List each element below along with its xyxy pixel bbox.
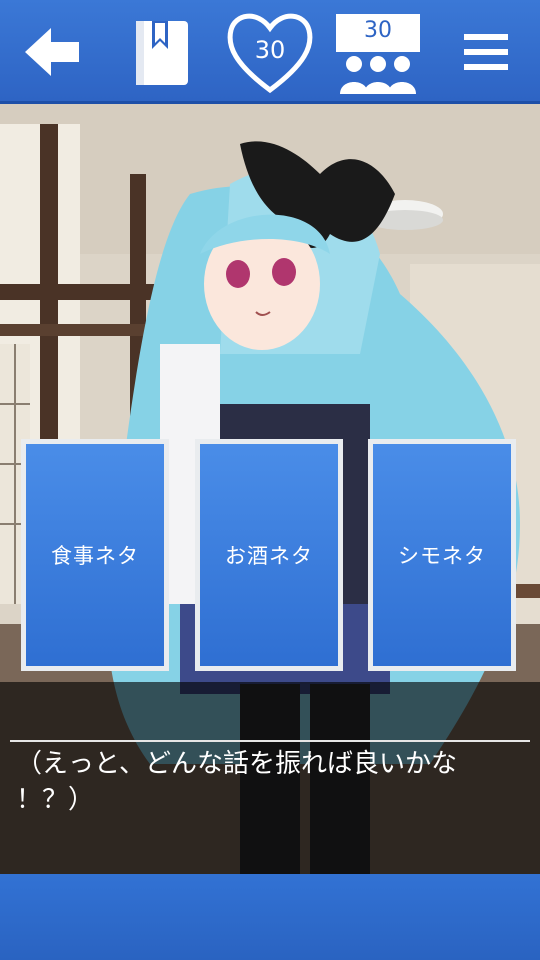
game-scene: 食事ネタ お酒ネタ シモネタ （えっと、どんな話を振れば良いかな ！？） xyxy=(0,104,540,874)
dialog-text: （えっと、どんな話を振れば良いかな ！？） xyxy=(16,749,457,815)
audience-button[interactable]: 30 xyxy=(334,12,422,96)
choice-label: 食事ネタ xyxy=(26,444,164,666)
audience-value: 30 xyxy=(364,18,392,43)
notebook-bookmark-icon xyxy=(136,21,188,85)
back-button[interactable] xyxy=(18,20,88,84)
notebook-button[interactable] xyxy=(128,14,194,88)
affection-value: 30 xyxy=(254,36,286,64)
affection-heart-button[interactable]: 30 xyxy=(224,6,316,98)
bottom-bar xyxy=(0,874,540,960)
choice-card-alcohol-topic[interactable]: お酒ネタ xyxy=(195,439,343,671)
choice-label: お酒ネタ xyxy=(200,444,338,666)
arrow-left-icon xyxy=(25,28,79,76)
hamburger-menu-icon xyxy=(464,34,508,70)
choice-card-dirty-joke-topic[interactable]: シモネタ xyxy=(368,439,516,671)
dialog-box[interactable]: （えっと、どんな話を振れば良いかな ！？） xyxy=(0,682,540,874)
top-toolbar: 30 30 xyxy=(0,0,540,104)
choice-card-food-topic[interactable]: 食事ネタ xyxy=(21,439,169,671)
choice-label: シモネタ xyxy=(373,444,511,666)
menu-button[interactable] xyxy=(458,26,514,78)
dialog-divider xyxy=(10,740,530,742)
